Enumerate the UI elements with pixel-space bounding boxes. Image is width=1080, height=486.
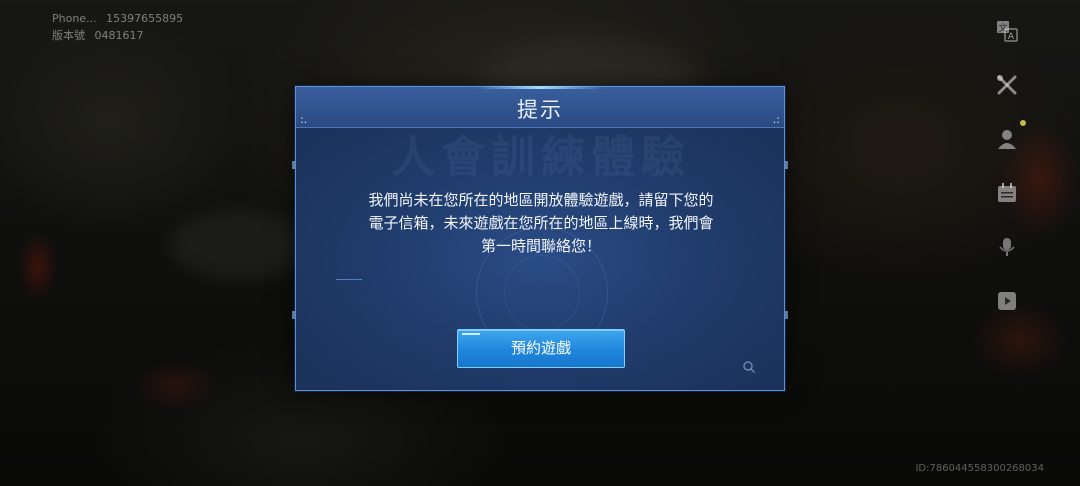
reserve-game-button[interactable]: 預約遊戲 [457, 329, 625, 368]
voice-chat-button[interactable] [990, 230, 1024, 264]
svg-text:A: A [1008, 32, 1015, 42]
reserve-game-button-label: 預約遊戲 [510, 339, 571, 357]
search-icon [742, 359, 756, 374]
account-version-value: 0481617 [94, 29, 144, 42]
dialog-header: 提示 :. .: [296, 86, 784, 128]
dialog-message-line: 我們尚未在您所在的地區開放體驗遊戲，請留下您的 [368, 191, 714, 209]
notice-dialog: 人會訓練體驗 提示 :. .: 我們尚未在您所在的地區開放體驗遊戲，請留下您的 … [292, 86, 788, 391]
button-highlight [462, 333, 480, 335]
header-glow [478, 86, 602, 89]
settings-tools-button[interactable] [990, 68, 1024, 102]
corner-ornament: .: [772, 113, 780, 126]
svg-text:文: 文 [998, 22, 1007, 34]
notification-dot [1020, 120, 1026, 126]
account-info: Phone... 15397655895 版本號 0481617 [52, 10, 189, 44]
account-version-row: 版本號 0481617 [52, 27, 189, 44]
dialog-message: 我們尚未在您所在的地區開放體驗遊戲，請留下您的 電子信箱，未來遊戲在您所在的地區… [336, 189, 746, 258]
corner-ornament: :. [300, 113, 308, 126]
video-replay-button[interactable] [990, 284, 1024, 318]
frame-deco-line [336, 279, 362, 280]
frame-marker [292, 161, 295, 169]
frame-marker [292, 311, 295, 319]
account-version-label: 版本號 [52, 29, 85, 42]
dialog-message-line: 電子信箱，未來遊戲在您所在的地區上線時，我們會 [368, 214, 714, 232]
account-phone-row: Phone... 15397655895 [52, 10, 189, 27]
translate-button[interactable]: 文 A [990, 14, 1024, 48]
profile-button[interactable] [990, 122, 1024, 156]
dialog-title: 提示 [517, 98, 563, 122]
player-id: ID:786044558300268034 [915, 463, 1044, 474]
calendar-icon [998, 183, 1016, 202]
tools-icon [997, 75, 1017, 95]
calendar-button[interactable] [990, 176, 1024, 210]
play-video-icon [998, 292, 1016, 310]
profile-icon [998, 130, 1016, 149]
account-phone-value: 15397655895 [106, 12, 184, 25]
frame-marker [785, 311, 788, 319]
dialog-message-line: 第一時間聯絡您！ [480, 237, 601, 255]
account-phone-label: Phone... [52, 12, 97, 25]
translate-icon: 文 A [997, 21, 1018, 42]
microphone-icon [999, 238, 1015, 256]
dialog-watermark-logo: 人會訓練體驗 [391, 132, 691, 183]
dialog-halo-ring [504, 255, 580, 331]
frame-marker [785, 161, 788, 169]
